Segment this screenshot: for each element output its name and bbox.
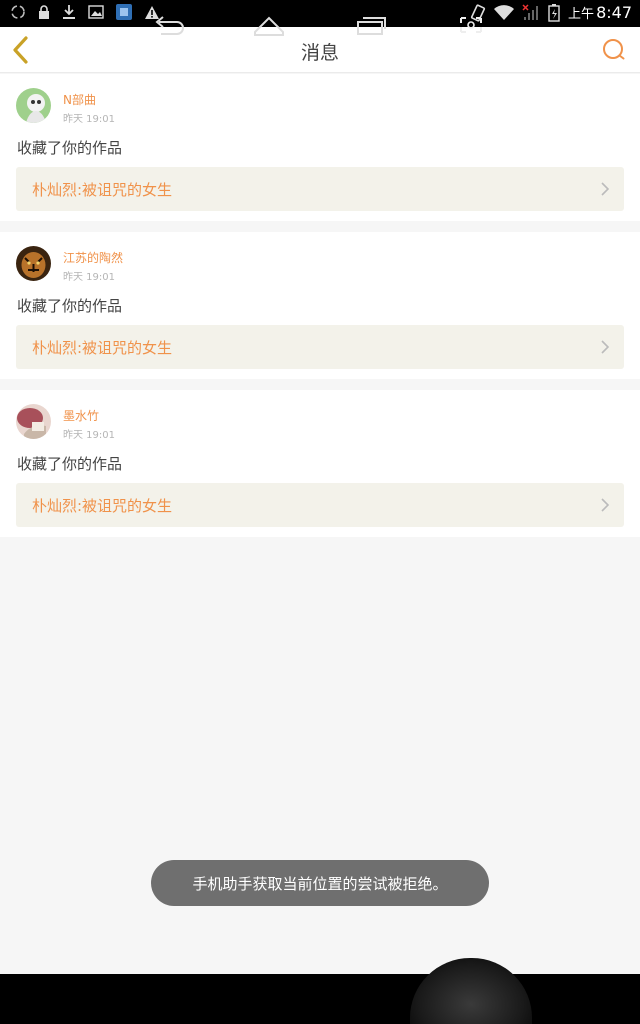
page-title: 消息: [300, 42, 339, 64]
action-text: 收藏了你的作品: [17, 139, 123, 157]
avatar[interactable]: [16, 404, 51, 439]
message-item: 墨水竹 昨天 19:01 收藏了你的作品 朴灿烈:被诅咒的女生: [0, 390, 640, 537]
work-link[interactable]: 朴灿烈:被诅咒的女生: [16, 483, 624, 527]
action-text: 收藏了你的作品: [17, 297, 123, 315]
toast-message: 手机助手获取当前位置的尝试被拒绝。: [151, 860, 489, 906]
sync-icon: [11, 5, 25, 19]
status-clock: 上午 8:47: [568, 3, 632, 22]
home-nav-button[interactable]: [251, 12, 287, 38]
avatar[interactable]: [16, 88, 51, 123]
avatar[interactable]: [16, 246, 51, 281]
chevron-right-icon: [601, 182, 610, 196]
navigation-bar: [0, 974, 640, 1024]
clock-time: 8:47: [596, 3, 632, 22]
image-icon: [88, 5, 104, 19]
work-title: 朴灿烈:被诅咒的女生: [32, 181, 173, 199]
status-bar: 上午 8:47: [0, 0, 640, 27]
work-link[interactable]: 朴灿烈:被诅咒的女生: [16, 325, 624, 369]
recent-apps-button[interactable]: [353, 12, 389, 38]
username[interactable]: 江苏的陶然: [63, 249, 123, 266]
chevron-right-icon: [601, 340, 610, 354]
recent-apps-icon: [357, 17, 386, 35]
work-link[interactable]: 朴灿烈:被诅咒的女生: [16, 167, 624, 211]
timestamp: 昨天 19:01: [63, 272, 115, 283]
back-nav-button[interactable]: [151, 12, 187, 38]
message-list: N部曲 昨天 19:01 收藏了你的作品 朴灿烈:被诅咒的女生 江苏的陶然 昨天…: [0, 74, 640, 548]
header: 消息: [0, 27, 640, 73]
search-button[interactable]: [602, 38, 626, 62]
screenshot-icon: [460, 17, 482, 33]
timestamp: 昨天 19:01: [63, 430, 115, 441]
signal-icon: [522, 3, 539, 20]
chevron-right-icon: [601, 498, 610, 512]
back-arrow-icon: [155, 16, 184, 35]
wifi-icon: [494, 4, 515, 20]
download-icon: [63, 5, 75, 19]
battery-icon: [548, 3, 560, 22]
message-item: N部曲 昨天 19:01 收藏了你的作品 朴灿烈:被诅咒的女生: [0, 74, 640, 221]
username[interactable]: N部曲: [63, 91, 96, 108]
search-icon: [603, 39, 625, 60]
action-text: 收藏了你的作品: [17, 455, 123, 473]
message-item: 江苏的陶然 昨天 19:01 收藏了你的作品 朴灿烈:被诅咒的女生: [0, 232, 640, 379]
username[interactable]: 墨水竹: [63, 407, 99, 424]
home-icon: [254, 16, 284, 36]
lock-icon: [39, 5, 49, 19]
timestamp: 昨天 19:01: [63, 114, 115, 125]
screenshot-button[interactable]: [453, 12, 489, 38]
clock-period: 上午: [568, 7, 595, 22]
work-title: 朴灿烈:被诅咒的女生: [32, 339, 173, 357]
work-title: 朴灿烈:被诅咒的女生: [32, 497, 173, 515]
screenshot-button-glow: [410, 958, 532, 1024]
app-notification-icon: [116, 4, 132, 20]
